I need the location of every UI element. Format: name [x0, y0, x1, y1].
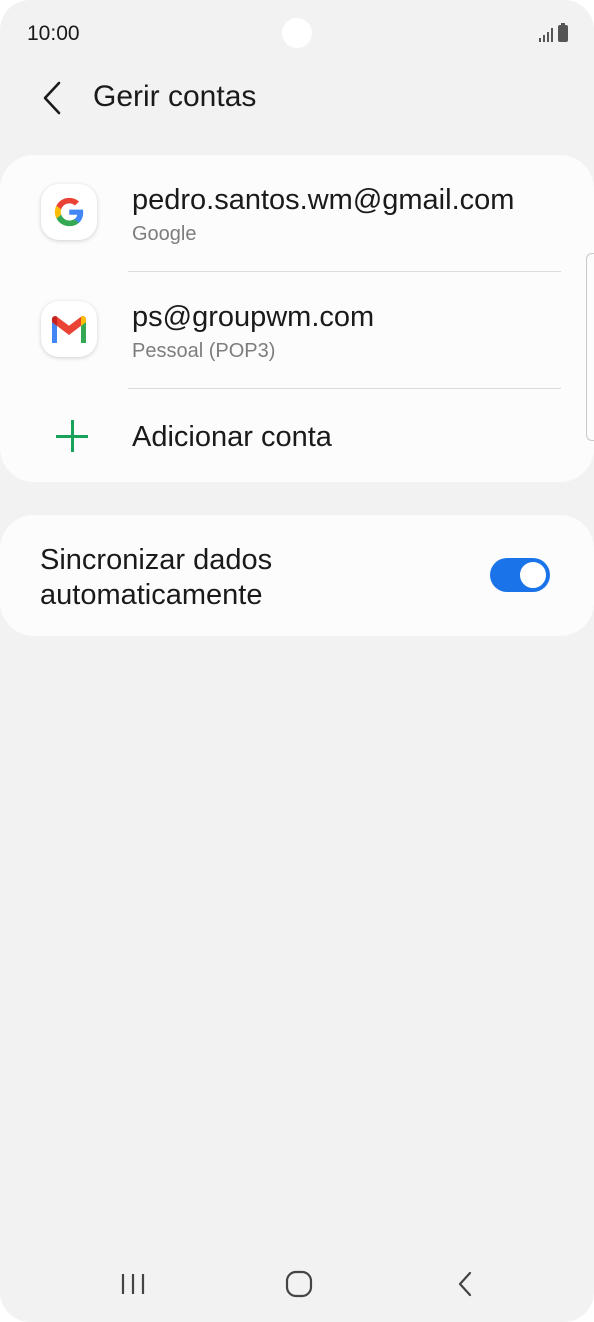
sync-label: Sincronizar dados automaticamente — [40, 544, 273, 611]
google-icon — [41, 184, 97, 240]
page-title: Gerir contas — [93, 80, 257, 113]
status-time: 10:00 — [27, 22, 80, 45]
status-icons — [539, 23, 568, 42]
account-type: Pessoal (POP3) — [132, 340, 276, 362]
camera-cutout — [282, 18, 312, 48]
signal-icon — [539, 28, 553, 42]
app-header: Gerir contas — [0, 66, 594, 130]
add-account-label: Adicionar conta — [132, 421, 332, 453]
plus-icon — [56, 420, 88, 452]
chevron-left-icon — [43, 81, 61, 115]
account-row-pop3[interactable]: ps@groupwm.com Pessoal (POP3) — [0, 272, 594, 389]
account-email: pedro.santos.wm@gmail.com — [132, 184, 515, 216]
status-bar: 10:00 — [0, 0, 594, 66]
home-icon — [285, 1270, 313, 1298]
add-account-button[interactable]: Adicionar conta — [0, 389, 594, 482]
home-button[interactable] — [269, 1264, 329, 1304]
gmail-icon — [41, 301, 97, 357]
recent-apps-icon — [121, 1274, 145, 1294]
sync-toggle[interactable] — [490, 558, 550, 592]
accounts-card: pedro.santos.wm@gmail.com Google ps@grou… — [0, 155, 594, 482]
battery-icon — [558, 23, 568, 42]
scrollbar[interactable] — [586, 253, 594, 441]
back-icon — [458, 1271, 472, 1297]
account-email: ps@groupwm.com — [132, 301, 375, 333]
sync-card[interactable]: Sincronizar dados automaticamente — [0, 515, 594, 636]
account-row-google[interactable]: pedro.santos.wm@gmail.com Google — [0, 155, 594, 272]
recent-apps-button[interactable] — [103, 1264, 163, 1304]
navigation-bar — [0, 1248, 594, 1322]
phone-screen: 10:00 Gerir contas pedro.santos.wm@gmail… — [0, 0, 594, 1322]
back-button[interactable] — [30, 76, 74, 120]
toggle-knob — [518, 560, 548, 590]
nav-back-button[interactable] — [435, 1264, 495, 1304]
account-type: Google — [132, 223, 197, 245]
